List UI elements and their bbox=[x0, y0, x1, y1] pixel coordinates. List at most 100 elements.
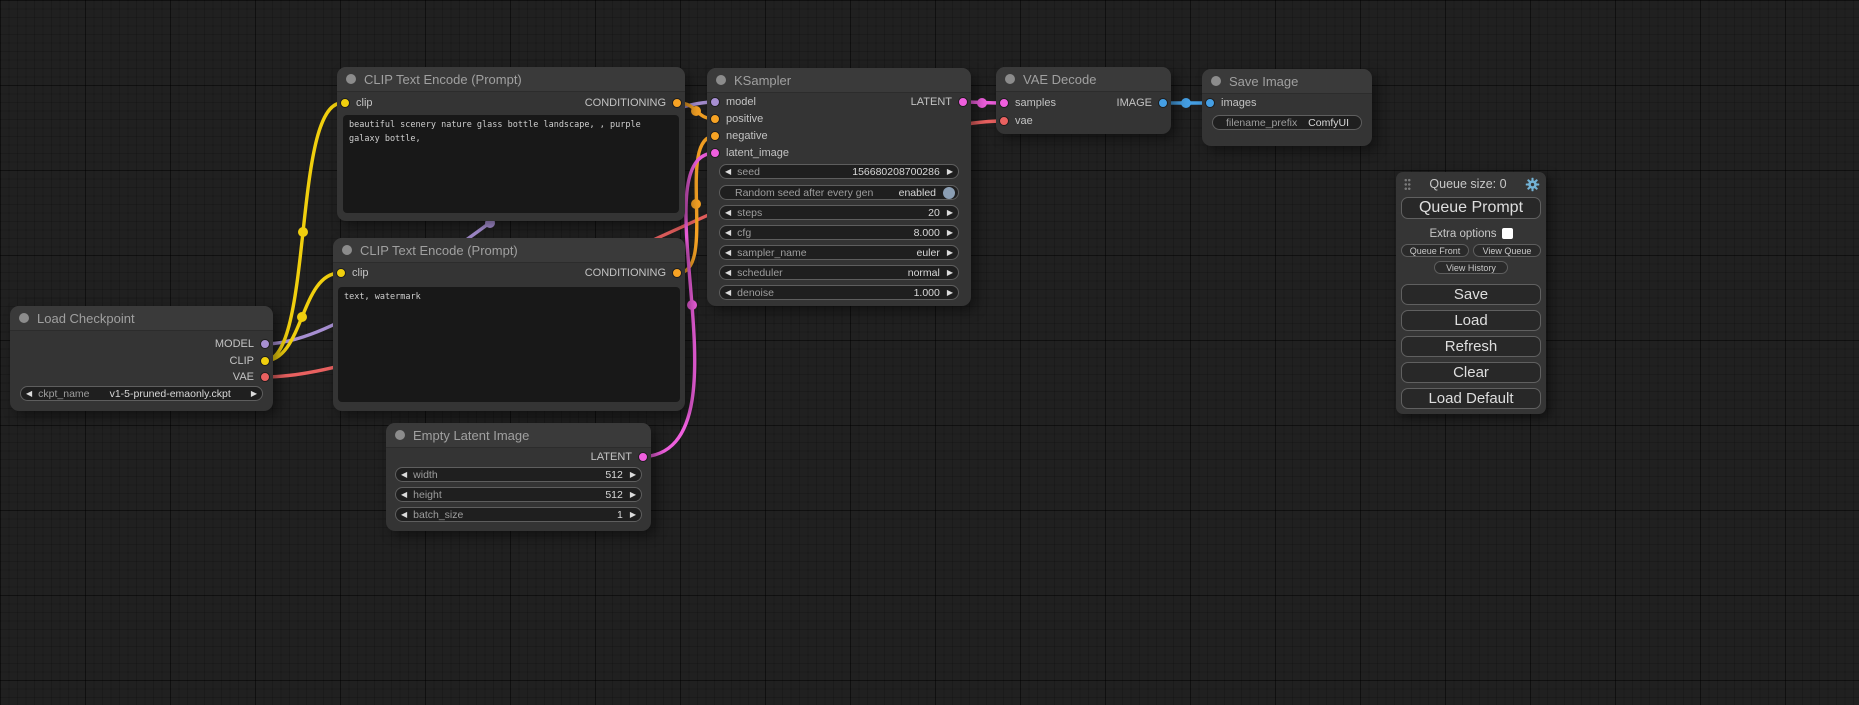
denoise-widget[interactable]: ◀ denoise 1.000 ▶ bbox=[719, 285, 959, 300]
increment-arrow-icon[interactable]: ▶ bbox=[630, 491, 636, 499]
load-default-button[interactable]: Load Default bbox=[1401, 388, 1541, 409]
collapse-dot-icon[interactable] bbox=[19, 313, 29, 323]
node-clip-text-encode-negative[interactable]: CLIP Text Encode (Prompt) clip CONDITION… bbox=[333, 238, 685, 411]
input-slot-positive[interactable]: positive bbox=[707, 111, 763, 127]
input-slot-model[interactable]: model bbox=[707, 94, 756, 110]
load-button[interactable]: Load bbox=[1401, 310, 1541, 331]
prompt-textarea[interactable]: text, watermark bbox=[338, 287, 680, 402]
node-load-checkpoint[interactable]: Load Checkpoint MODEL CLIP VAE ◀ ckpt_na… bbox=[10, 306, 273, 411]
cfg-widget[interactable]: ◀ cfg 8.000 ▶ bbox=[719, 225, 959, 240]
clip-port-icon[interactable] bbox=[336, 268, 346, 278]
increment-arrow-icon[interactable]: ▶ bbox=[630, 471, 636, 479]
link-midpoint-dot[interactable] bbox=[691, 106, 701, 116]
collapse-dot-icon[interactable] bbox=[1211, 76, 1221, 86]
output-slot-latent[interactable]: LATENT bbox=[911, 94, 971, 110]
collapse-dot-icon[interactable] bbox=[1005, 74, 1015, 84]
input-slot-samples[interactable]: samples bbox=[996, 95, 1056, 111]
model-port-icon[interactable] bbox=[260, 339, 270, 349]
input-slot-vae[interactable]: vae bbox=[996, 113, 1033, 129]
drag-handle-icon[interactable] bbox=[1404, 178, 1411, 191]
toggle-knob-icon[interactable] bbox=[943, 187, 955, 199]
decrement-arrow-icon[interactable]: ◀ bbox=[725, 249, 731, 257]
conditioning-port-icon[interactable] bbox=[672, 98, 682, 108]
increment-arrow-icon[interactable]: ▶ bbox=[947, 289, 953, 297]
collapse-dot-icon[interactable] bbox=[716, 75, 726, 85]
ckpt-name-widget[interactable]: ◀ ckpt_name v1-5-pruned-emaonly.ckpt ▶ bbox=[20, 386, 263, 401]
batch-size-widget[interactable]: ◀ batch_size 1 ▶ bbox=[395, 507, 642, 522]
increment-arrow-icon[interactable]: ▶ bbox=[251, 390, 257, 398]
decrement-arrow-icon[interactable]: ◀ bbox=[725, 209, 731, 217]
clear-button[interactable]: Clear bbox=[1401, 362, 1541, 383]
link-midpoint-dot[interactable] bbox=[297, 312, 307, 322]
steps-widget[interactable]: ◀ steps 20 ▶ bbox=[719, 205, 959, 220]
output-slot-conditioning[interactable]: CONDITIONING bbox=[585, 95, 685, 111]
conditioning-port-icon[interactable] bbox=[710, 114, 720, 124]
link-midpoint-dot[interactable] bbox=[977, 98, 987, 108]
input-slot-latent-image[interactable]: latent_image bbox=[707, 145, 789, 161]
latent-port-icon[interactable] bbox=[710, 148, 720, 158]
node-header[interactable]: VAE Decode bbox=[996, 67, 1171, 92]
conditioning-port-icon[interactable] bbox=[672, 268, 682, 278]
increment-arrow-icon[interactable]: ▶ bbox=[947, 168, 953, 176]
queue-prompt-button[interactable]: Queue Prompt bbox=[1401, 197, 1541, 219]
random-seed-toggle-widget[interactable]: Random seed after every gen enabled bbox=[719, 185, 959, 200]
decrement-arrow-icon[interactable]: ◀ bbox=[725, 269, 731, 277]
output-slot-vae[interactable]: VAE bbox=[233, 369, 273, 385]
scheduler-widget[interactable]: ◀ scheduler normal ▶ bbox=[719, 265, 959, 280]
node-ksampler[interactable]: KSampler model positive negative latent_… bbox=[707, 68, 971, 306]
width-widget[interactable]: ◀ width 512 ▶ bbox=[395, 467, 642, 482]
increment-arrow-icon[interactable]: ▶ bbox=[947, 249, 953, 257]
view-queue-button[interactable]: View Queue bbox=[1473, 244, 1541, 257]
decrement-arrow-icon[interactable]: ◀ bbox=[725, 168, 731, 176]
node-header[interactable]: Load Checkpoint bbox=[10, 306, 273, 331]
output-slot-image[interactable]: IMAGE bbox=[1117, 95, 1171, 111]
link-midpoint-dot[interactable] bbox=[1181, 98, 1191, 108]
link-midpoint-dot[interactable] bbox=[298, 227, 308, 237]
model-port-icon[interactable] bbox=[710, 97, 720, 107]
input-slot-clip[interactable]: clip bbox=[333, 265, 369, 281]
height-widget[interactable]: ◀ height 512 ▶ bbox=[395, 487, 642, 502]
decrement-arrow-icon[interactable]: ◀ bbox=[26, 390, 32, 398]
clip-port-icon[interactable] bbox=[340, 98, 350, 108]
save-button[interactable]: Save bbox=[1401, 284, 1541, 305]
node-save-image[interactable]: Save Image images filename_prefix ComfyU… bbox=[1202, 69, 1372, 146]
collapse-dot-icon[interactable] bbox=[346, 74, 356, 84]
node-graph-canvas[interactable]: Load Checkpoint MODEL CLIP VAE ◀ ckpt_na… bbox=[0, 0, 1859, 705]
decrement-arrow-icon[interactable]: ◀ bbox=[401, 471, 407, 479]
link-midpoint-dot[interactable] bbox=[687, 300, 697, 310]
input-slot-negative[interactable]: negative bbox=[707, 128, 768, 144]
vae-port-icon[interactable] bbox=[999, 116, 1009, 126]
prompt-textarea[interactable]: beautiful scenery nature glass bottle la… bbox=[343, 115, 679, 213]
collapse-dot-icon[interactable] bbox=[395, 430, 405, 440]
node-header[interactable]: KSampler bbox=[707, 68, 971, 93]
input-slot-images[interactable]: images bbox=[1202, 95, 1256, 111]
refresh-button[interactable]: Refresh bbox=[1401, 336, 1541, 357]
extra-options-checkbox[interactable] bbox=[1502, 228, 1513, 239]
conditioning-port-icon[interactable] bbox=[710, 131, 720, 141]
node-header[interactable]: Empty Latent Image bbox=[386, 423, 651, 448]
increment-arrow-icon[interactable]: ▶ bbox=[947, 269, 953, 277]
decrement-arrow-icon[interactable]: ◀ bbox=[725, 229, 731, 237]
node-header[interactable]: CLIP Text Encode (Prompt) bbox=[337, 67, 685, 92]
node-header[interactable]: Save Image bbox=[1202, 69, 1372, 94]
latent-port-icon[interactable] bbox=[638, 452, 648, 462]
decrement-arrow-icon[interactable]: ◀ bbox=[401, 511, 407, 519]
decrement-arrow-icon[interactable]: ◀ bbox=[401, 491, 407, 499]
node-clip-text-encode-positive[interactable]: CLIP Text Encode (Prompt) clip CONDITION… bbox=[337, 67, 685, 221]
node-header[interactable]: CLIP Text Encode (Prompt) bbox=[333, 238, 685, 263]
latent-port-icon[interactable] bbox=[999, 98, 1009, 108]
collapse-dot-icon[interactable] bbox=[342, 245, 352, 255]
vae-port-icon[interactable] bbox=[260, 372, 270, 382]
queue-front-button[interactable]: Queue Front bbox=[1401, 244, 1469, 257]
output-slot-clip[interactable]: CLIP bbox=[230, 353, 273, 369]
increment-arrow-icon[interactable]: ▶ bbox=[947, 209, 953, 217]
output-slot-conditioning[interactable]: CONDITIONING bbox=[585, 265, 685, 281]
decrement-arrow-icon[interactable]: ◀ bbox=[725, 289, 731, 297]
increment-arrow-icon[interactable]: ▶ bbox=[630, 511, 636, 519]
latent-port-icon[interactable] bbox=[958, 97, 968, 107]
output-slot-latent[interactable]: LATENT bbox=[591, 449, 651, 465]
image-port-icon[interactable] bbox=[1205, 98, 1215, 108]
image-port-icon[interactable] bbox=[1158, 98, 1168, 108]
sampler-name-widget[interactable]: ◀ sampler_name euler ▶ bbox=[719, 245, 959, 260]
filename-prefix-widget[interactable]: filename_prefix ComfyUI bbox=[1212, 115, 1362, 130]
